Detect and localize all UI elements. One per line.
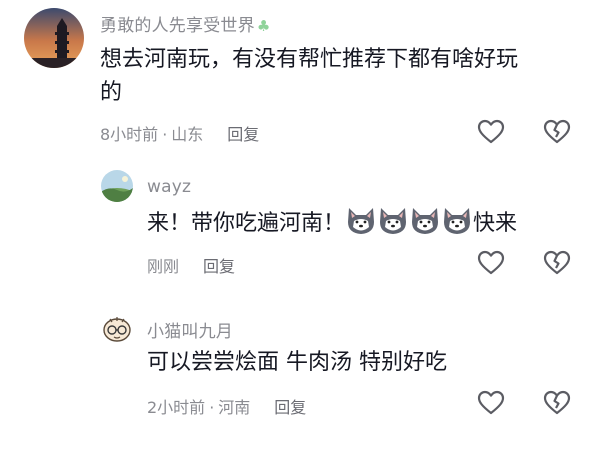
comment-text: 来！带你吃遍河南！ 快来	[147, 206, 567, 246]
timestamp: 8小时前	[100, 125, 159, 144]
comment-text-suffix: 快来	[473, 211, 518, 236]
username[interactable]: wayz	[147, 177, 191, 197]
husky-dog-emoji	[377, 206, 409, 246]
timestamp: 刚刚	[147, 257, 180, 276]
location: 山东	[171, 125, 204, 144]
comment-meta: 刚刚 回复	[147, 253, 235, 277]
husky-dog-emoji	[409, 206, 441, 246]
username-text: 勇敢的人先享受世界	[100, 16, 255, 36]
avatar[interactable]	[24, 8, 84, 68]
heart-outline-icon[interactable]	[476, 388, 506, 418]
comment-meta: 8小时前 · 山东 回复	[100, 121, 259, 145]
comment-text: 想去河南玩，有没有帮忙推荐下都有啥好玩 的	[100, 43, 570, 109]
emoji-row	[345, 208, 473, 236]
heart-outline-icon[interactable]	[476, 117, 506, 147]
broken-heart-icon[interactable]	[542, 248, 572, 278]
comment-text-main: 来！带你吃遍河南！	[147, 211, 346, 236]
comment-text-line: 想去河南玩，有没有帮忙推荐下都有啥好玩	[100, 47, 519, 72]
reply-button[interactable]: 回复	[227, 125, 259, 144]
username[interactable]: 小猫叫九月	[147, 317, 233, 342]
comment-text: 可以尝尝烩面 牛肉汤 特别好吃	[147, 350, 447, 375]
comment-meta: 2小时前 · 河南 回复	[147, 394, 306, 418]
reply-button[interactable]: 回复	[274, 398, 306, 417]
comment-text-line: 的	[100, 80, 123, 105]
husky-dog-emoji	[441, 206, 473, 246]
separator: ·	[209, 398, 215, 417]
location: 河南	[218, 398, 251, 417]
broken-heart-icon[interactable]	[542, 117, 572, 147]
reply-button[interactable]: 回复	[203, 257, 235, 276]
husky-dog-emoji	[345, 206, 377, 246]
timestamp: 2小时前	[147, 398, 206, 417]
avatar[interactable]	[101, 170, 133, 202]
heart-outline-icon[interactable]	[476, 248, 506, 278]
broken-heart-icon[interactable]	[542, 388, 572, 418]
separator: ·	[162, 125, 168, 144]
clover-icon: ♣	[256, 17, 271, 35]
username[interactable]: 勇敢的人先享受世界 ♣	[100, 11, 270, 36]
avatar[interactable]	[101, 312, 133, 344]
